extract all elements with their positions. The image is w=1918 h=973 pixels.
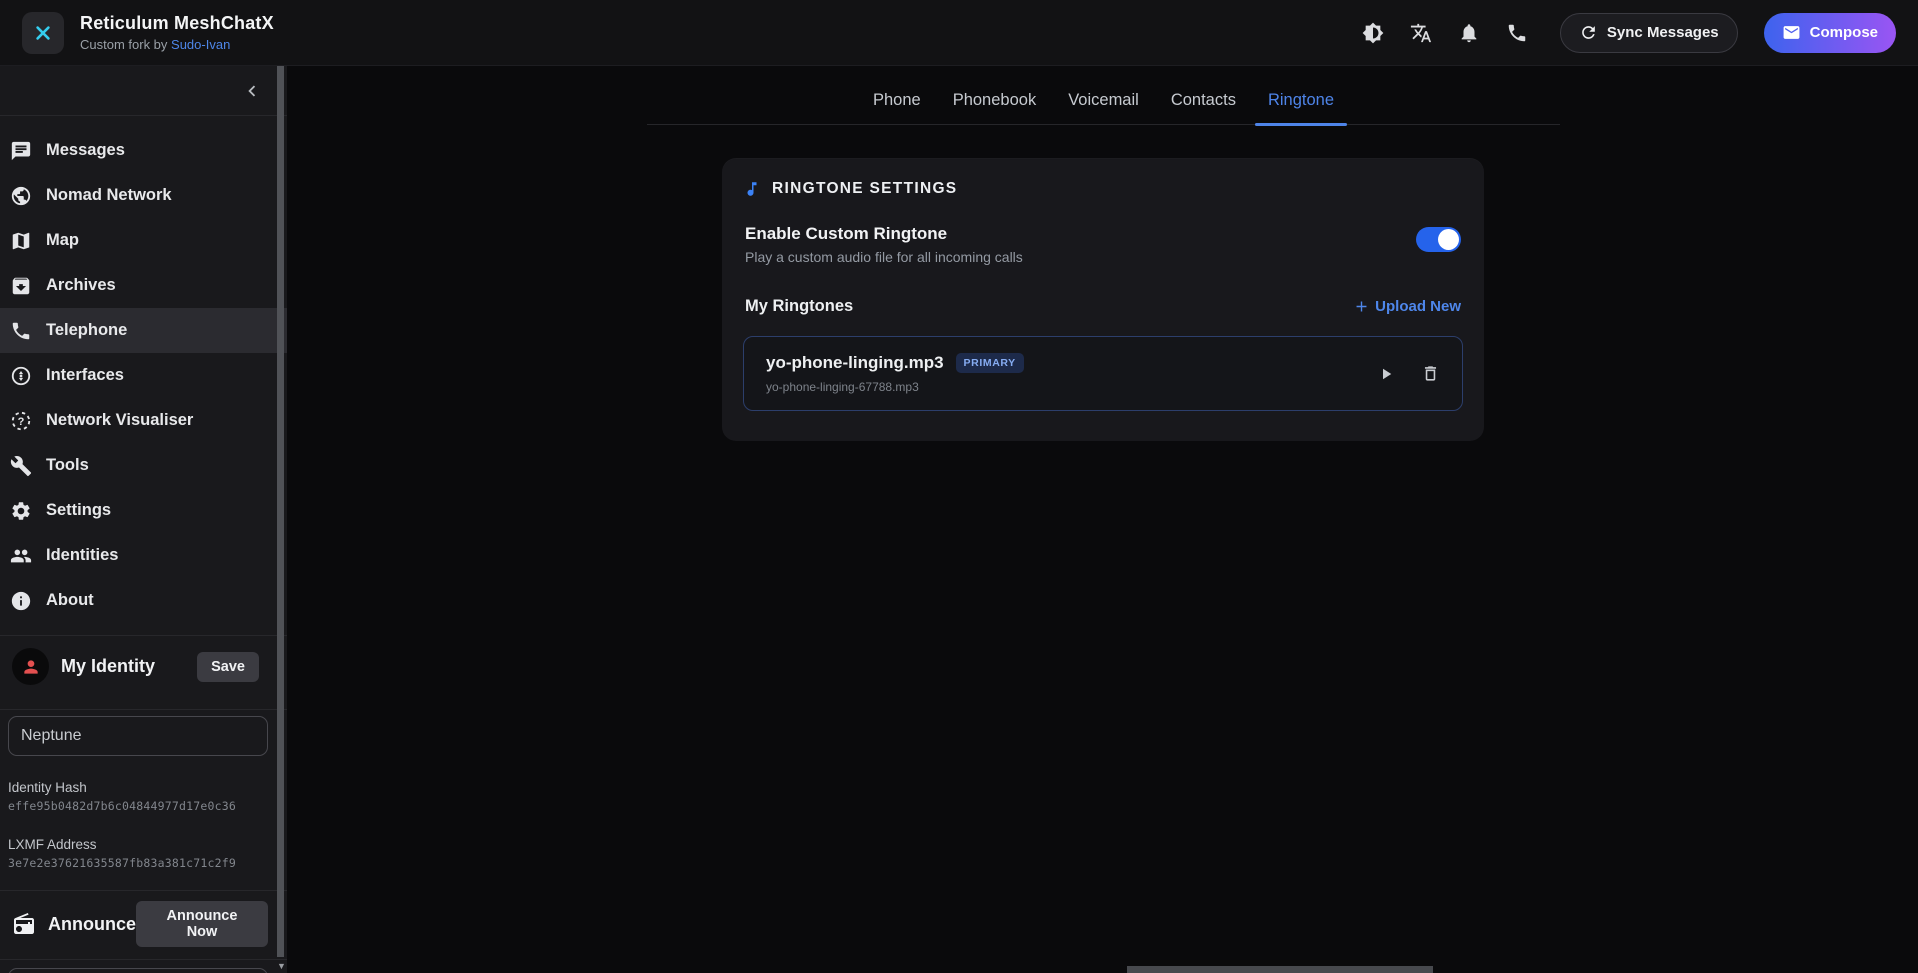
main-content: Phone Phonebook Voicemail Contacts Ringt…	[287, 66, 1918, 973]
announce-body: Disabled Last announced: 2 hours ago	[0, 959, 287, 973]
avatar	[12, 648, 49, 685]
my-ringtones-row: My Ringtones Upload New	[745, 297, 1461, 316]
sidebar-scrollbar-thumb[interactable]	[277, 66, 284, 957]
display-name-input[interactable]	[8, 716, 268, 756]
refresh-icon	[1579, 23, 1598, 42]
x-logo-icon	[30, 20, 56, 46]
sidebar: Messages Nomad Network Map Archives Tele…	[0, 66, 287, 973]
tab-contacts[interactable]: Contacts	[1158, 91, 1249, 124]
trash-icon[interactable]	[1421, 364, 1440, 383]
sidebar-item-network-visualiser[interactable]: ? Network Visualiser	[0, 398, 287, 443]
svg-text:?: ?	[18, 415, 25, 427]
ringtone-actions	[1377, 364, 1440, 383]
lxmf-address-value: 3e7e2e37621635587fb83a381c71c2f9	[8, 856, 268, 870]
interfaces-icon	[10, 365, 32, 387]
sidebar-nav: Messages Nomad Network Map Archives Tele…	[0, 116, 287, 636]
sidebar-scrollbar[interactable]: ▼	[277, 66, 285, 973]
sidebar-item-nomad-network[interactable]: Nomad Network	[0, 173, 287, 218]
lxmf-address-label: LXMF Address	[8, 837, 268, 852]
tab-phone[interactable]: Phone	[860, 91, 934, 124]
app-title: Reticulum MeshChatX	[80, 13, 274, 34]
mail-icon	[1782, 23, 1801, 42]
horizontal-scrollbar-thumb[interactable]	[1127, 966, 1433, 973]
ringtone-name: yo-phone-linging.mp3	[766, 353, 944, 373]
ringtone-filename: yo-phone-linging-67788.mp3	[766, 380, 1024, 394]
my-identity-header: My Identity Save	[0, 636, 287, 709]
header-actions: Sync Messages Compose	[1362, 13, 1896, 53]
ringtone-settings-card: RINGTONE SETTINGS Enable Custom Ringtone…	[722, 158, 1484, 441]
enable-custom-ringtone-title: Enable Custom Ringtone	[745, 224, 1023, 244]
card-title: RINGTONE SETTINGS	[772, 180, 957, 198]
wrench-icon	[10, 455, 32, 477]
save-button[interactable]: Save	[197, 652, 259, 682]
gear-icon	[10, 500, 32, 522]
announce-header: Announce Announce Now	[0, 891, 287, 959]
sidebar-item-about[interactable]: About	[0, 578, 287, 623]
sidebar-item-tools[interactable]: Tools	[0, 443, 287, 488]
play-icon[interactable]	[1377, 365, 1395, 383]
sidebar-item-telephone[interactable]: Telephone	[0, 308, 287, 353]
upload-new-button[interactable]: Upload New	[1353, 298, 1461, 315]
message-icon	[10, 140, 32, 162]
toggle-knob	[1438, 229, 1459, 250]
sidebar-item-archives[interactable]: Archives	[0, 263, 287, 308]
sidebar-item-identities[interactable]: Identities	[0, 533, 287, 578]
theme-toggle-icon[interactable]	[1362, 22, 1384, 44]
tab-voicemail[interactable]: Voicemail	[1055, 91, 1152, 124]
radio-icon	[12, 912, 36, 936]
title-block: Reticulum MeshChatX Custom fork by Sudo-…	[80, 13, 274, 52]
sync-messages-button[interactable]: Sync Messages	[1560, 13, 1738, 53]
app-logo[interactable]	[22, 12, 64, 54]
my-identity-title: My Identity	[61, 656, 155, 677]
sidebar-item-map[interactable]: Map	[0, 218, 287, 263]
scroll-down-arrow-icon[interactable]: ▼	[277, 962, 284, 971]
my-ringtones-title: My Ringtones	[745, 297, 853, 316]
network-visualiser-icon: ?	[10, 410, 32, 432]
app-header: Reticulum MeshChatX Custom fork by Sudo-…	[0, 0, 1918, 66]
enable-custom-ringtone-subtitle: Play a custom audio file for all incomin…	[745, 249, 1023, 265]
sidebar-item-messages[interactable]: Messages	[0, 128, 287, 173]
sidebar-item-settings[interactable]: Settings	[0, 488, 287, 533]
info-icon	[10, 590, 32, 612]
translate-icon[interactable]	[1410, 22, 1432, 44]
enable-custom-ringtone-toggle[interactable]	[1416, 227, 1461, 252]
phone-icon	[10, 320, 32, 342]
collapse-sidebar-icon[interactable]	[241, 80, 263, 102]
phone-header-icon[interactable]	[1506, 22, 1528, 44]
announce-interval-select[interactable]: Disabled	[8, 968, 268, 973]
tab-phonebook[interactable]: Phonebook	[940, 91, 1050, 124]
people-icon	[10, 545, 32, 567]
globe-icon	[10, 185, 32, 207]
compose-button[interactable]: Compose	[1764, 13, 1896, 53]
identity-hash-label: Identity Hash	[8, 780, 268, 795]
author-link[interactable]: Sudo-Ivan	[171, 37, 230, 52]
identity-body: Identity Hash effe95b0482d7b6c04844977d1…	[0, 710, 287, 890]
sidebar-collapse-row	[0, 66, 287, 116]
tab-ringtone[interactable]: Ringtone	[1255, 91, 1347, 124]
notifications-icon[interactable]	[1458, 22, 1480, 44]
card-title-row: RINGTONE SETTINGS	[743, 180, 1463, 198]
identity-hash-value: effe95b0482d7b6c04844977d17e0c36	[8, 799, 268, 813]
archive-icon	[10, 275, 32, 297]
announce-now-button[interactable]: Announce Now	[136, 901, 268, 947]
ringtone-list-item[interactable]: yo-phone-linging.mp3 PRIMARY yo-phone-li…	[743, 336, 1463, 411]
plus-icon	[1353, 298, 1370, 315]
announce-title: Announce	[48, 914, 136, 935]
person-icon	[21, 657, 41, 677]
sidebar-item-interfaces[interactable]: Interfaces	[0, 353, 287, 398]
enable-custom-ringtone-row: Enable Custom Ringtone Play a custom aud…	[745, 224, 1461, 265]
primary-badge: PRIMARY	[956, 353, 1024, 373]
app-subtitle: Custom fork by Sudo-Ivan	[80, 37, 274, 52]
music-note-icon	[743, 180, 761, 198]
telephone-tabs: Phone Phonebook Voicemail Contacts Ringt…	[647, 88, 1560, 125]
map-icon	[10, 230, 32, 252]
